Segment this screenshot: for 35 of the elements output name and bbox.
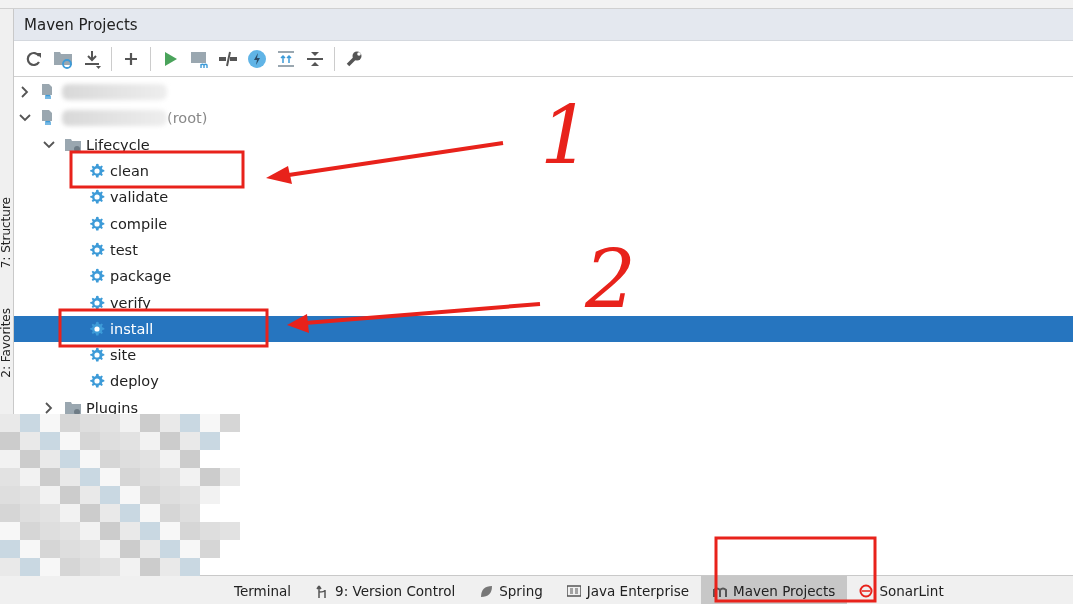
expand-all-icon[interactable] bbox=[276, 48, 296, 69]
tool-window-tab[interactable]: 9: Version Control bbox=[303, 576, 468, 604]
sonar-icon bbox=[859, 583, 874, 598]
tree-label: install bbox=[110, 320, 154, 337]
tree-row[interactable]: Plugins bbox=[14, 394, 1073, 421]
handwritten-number: 1 bbox=[540, 96, 591, 176]
gear-icon bbox=[88, 240, 106, 259]
leaf-icon bbox=[479, 583, 494, 598]
tree-row[interactable]: install bbox=[14, 315, 1073, 342]
gear-icon bbox=[88, 293, 106, 312]
gear-icon bbox=[88, 319, 106, 338]
enterprise-icon bbox=[566, 583, 581, 598]
tree-label: verify bbox=[110, 294, 151, 311]
tree-row[interactable]: validate bbox=[14, 184, 1073, 211]
tool-window-tab[interactable]: Spring bbox=[467, 576, 555, 604]
tree-label: deploy bbox=[110, 373, 159, 390]
lightning-icon[interactable] bbox=[247, 48, 267, 69]
tree-row[interactable]: deploy bbox=[14, 368, 1073, 395]
panel-title: Maven Projects bbox=[24, 15, 138, 34]
tree-label: clean bbox=[110, 163, 149, 180]
tree-label: (root) bbox=[167, 110, 208, 127]
tool-window-tab[interactable]: Terminal bbox=[222, 576, 304, 604]
tree-label: package bbox=[110, 268, 172, 285]
tree-label: validate bbox=[110, 189, 169, 206]
tree-label: Lifecycle bbox=[86, 136, 150, 153]
tree-label: Plugins bbox=[86, 399, 138, 416]
tree-label: compile bbox=[110, 215, 168, 232]
tree-row[interactable]: site bbox=[14, 341, 1073, 369]
tree-row[interactable]: compile bbox=[14, 210, 1073, 237]
tree-label: site bbox=[110, 347, 137, 364]
tree-label: test bbox=[110, 241, 138, 258]
gear-icon bbox=[88, 214, 106, 233]
tool-window-tab[interactable]: SonarLint bbox=[847, 576, 956, 604]
download-icon[interactable] bbox=[82, 48, 102, 69]
tool-window-tab[interactable]: Java Enterprise bbox=[554, 576, 702, 604]
